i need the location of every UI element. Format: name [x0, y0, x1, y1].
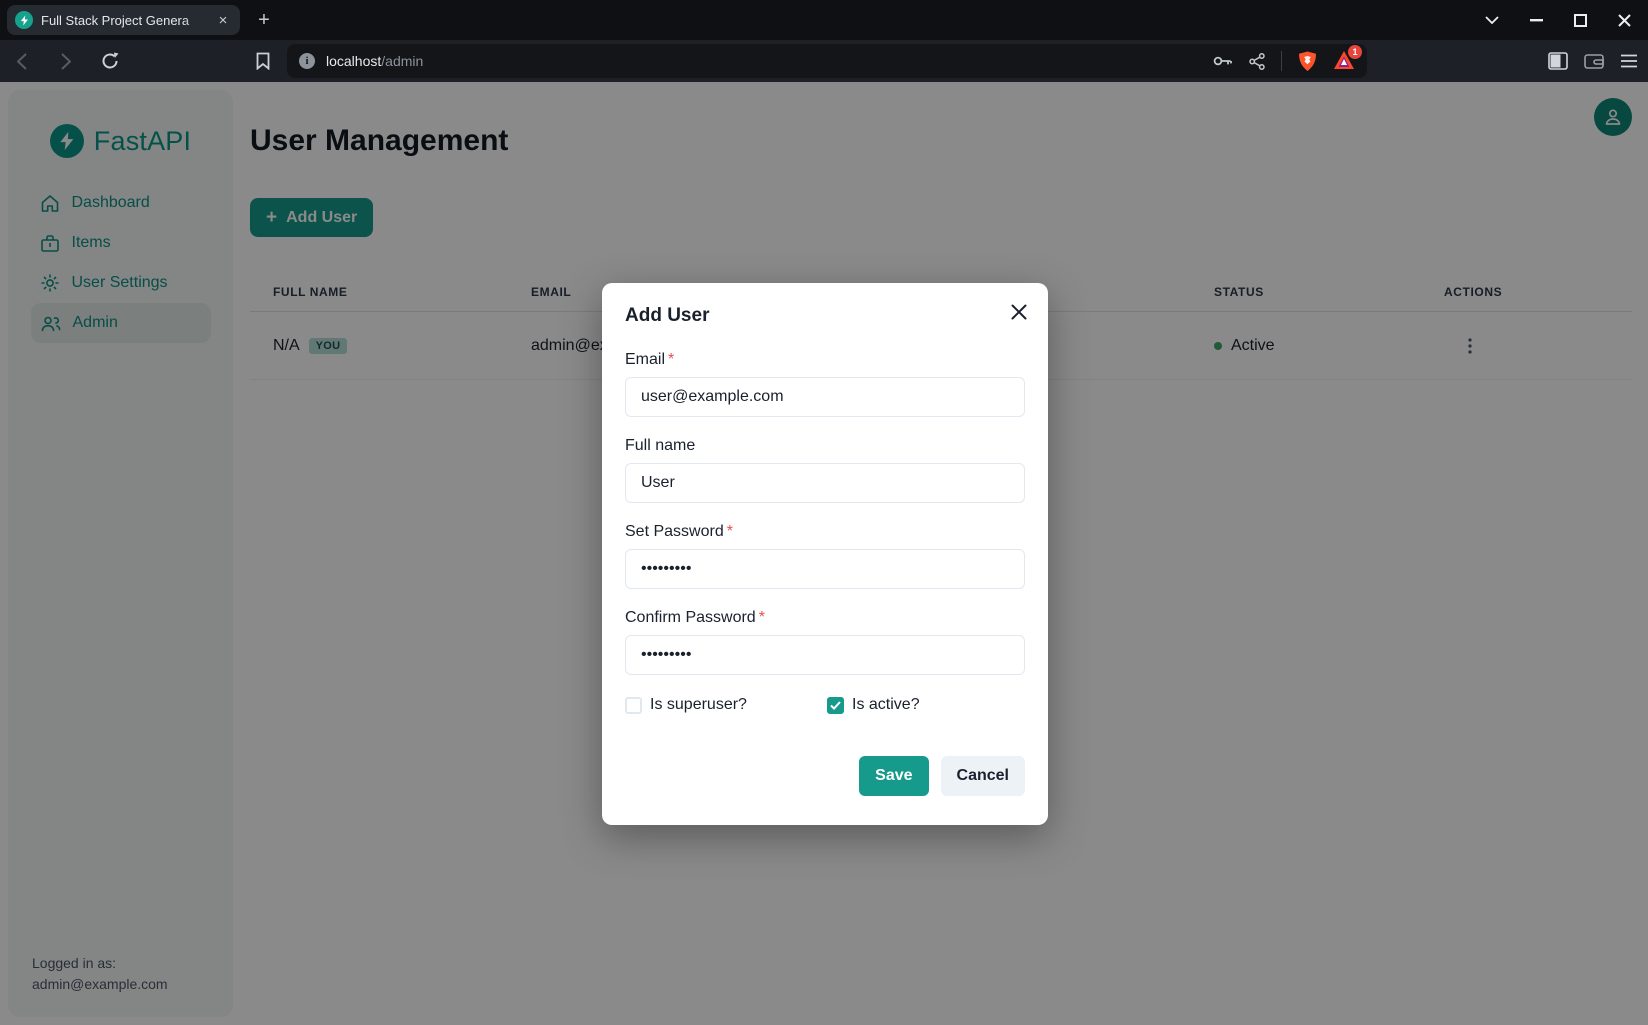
toolbar-divider [1281, 51, 1282, 71]
is-superuser-checkbox[interactable] [625, 697, 642, 714]
is-active-checkbox-group[interactable]: Is active? [827, 696, 920, 714]
browser-toolbar: i localhost/admin 1 [0, 40, 1648, 82]
tab-close-icon[interactable]: × [214, 11, 232, 29]
email-field-group: Email* [625, 351, 1025, 417]
set-password-label: Set Password* [625, 523, 1025, 541]
save-button[interactable]: Save [859, 756, 928, 796]
required-asterisk: * [759, 609, 765, 626]
is-active-checkbox[interactable] [827, 697, 844, 714]
email-label: Email* [625, 351, 1025, 369]
add-user-modal: Add User Email* Full name Set Password* … [602, 283, 1048, 825]
bookmark-icon[interactable] [251, 49, 275, 73]
brave-shield-icon[interactable] [1298, 51, 1317, 72]
new-tab-button[interactable]: + [252, 8, 276, 32]
modal-close-button[interactable] [1003, 296, 1035, 328]
reload-icon[interactable] [98, 49, 122, 73]
required-asterisk: * [668, 351, 674, 368]
tab-title: Full Stack Project Genera [41, 13, 214, 28]
set-password-field-group: Set Password* [625, 523, 1025, 589]
maximize-button[interactable] [1570, 10, 1590, 30]
browser-tab[interactable]: Full Stack Project Genera × [7, 5, 240, 35]
page-viewport: FastAPI Dashboard Items User Settings [0, 82, 1648, 1025]
forward-icon[interactable] [54, 49, 78, 73]
tab-search-chevron-down-icon[interactable] [1482, 10, 1502, 30]
is-superuser-checkbox-group[interactable]: Is superuser? [625, 696, 827, 714]
fastapi-favicon-icon [15, 11, 33, 29]
set-password-field[interactable] [625, 549, 1025, 589]
confirm-password-label: Confirm Password* [625, 609, 1025, 627]
sidebar-panel-icon[interactable] [1548, 52, 1568, 70]
full-name-field[interactable] [625, 463, 1025, 503]
url-text: localhost/admin [326, 53, 423, 69]
close-window-button[interactable] [1614, 10, 1634, 30]
cancel-button[interactable]: Cancel [941, 756, 1025, 796]
is-active-label: Is active? [852, 696, 920, 714]
wallet-icon[interactable] [1584, 53, 1604, 70]
is-superuser-label: Is superuser? [650, 696, 747, 714]
browser-titlebar: Full Stack Project Genera × + [0, 0, 1648, 40]
full-name-label: Full name [625, 437, 1025, 455]
site-info-icon[interactable]: i [299, 53, 315, 69]
required-asterisk: * [727, 523, 733, 540]
share-icon[interactable] [1249, 53, 1265, 70]
minimize-button[interactable] [1526, 10, 1546, 30]
brave-rewards-icon[interactable]: 1 [1333, 50, 1355, 72]
confirm-password-field[interactable] [625, 635, 1025, 675]
email-field[interactable] [625, 377, 1025, 417]
key-icon[interactable] [1213, 54, 1233, 68]
url-bar[interactable]: i localhost/admin 1 [287, 44, 1367, 78]
rewards-badge: 1 [1348, 45, 1362, 59]
modal-title: Add User [625, 305, 1025, 327]
full-name-field-group: Full name [625, 437, 1025, 503]
back-icon[interactable] [10, 49, 34, 73]
confirm-password-field-group: Confirm Password* [625, 609, 1025, 675]
menu-hamburger-icon[interactable] [1620, 54, 1638, 68]
